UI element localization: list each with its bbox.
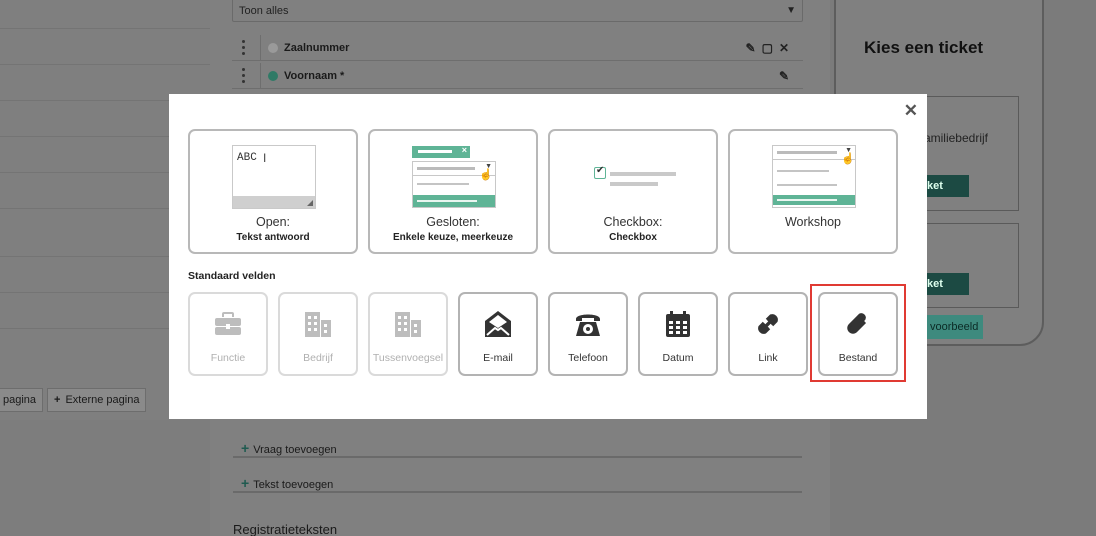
left-row	[0, 28, 210, 29]
field-label: Link	[758, 352, 778, 364]
question-type-subtitle: Enkele keuze, meerkeuze	[392, 232, 514, 243]
status-dot	[268, 43, 278, 53]
field-label: Telefoon	[568, 352, 608, 364]
field-tussenvoegsel[interactable]: Tussenvoegsel	[368, 292, 448, 376]
workshop-illustration-icon: ▼ ☝	[772, 145, 856, 208]
edit-icon[interactable]: ✎	[779, 69, 795, 83]
question-type-title: Gesloten:	[426, 215, 480, 229]
question-type-title: Open:	[255, 215, 291, 229]
pointer-icon: ☝	[841, 153, 855, 165]
filter-select[interactable]: Toon alles ▼	[232, 0, 803, 22]
registration-title: Registratieteksten	[233, 522, 338, 536]
field-label: Tussenvoegsel	[372, 352, 444, 364]
pointer-icon: ☝	[479, 169, 493, 181]
field-link[interactable]: Link	[728, 292, 808, 376]
question-type-checkbox[interactable]: ✔ Checkbox: Checkbox	[548, 129, 718, 254]
field-telefoon[interactable]: Telefoon	[548, 292, 628, 376]
filter-select-value: Toon alles	[239, 5, 289, 17]
preview-button[interactable]: voorbeeld	[925, 315, 983, 339]
question-type-subtitle: Checkbox	[609, 232, 657, 243]
question-type-open[interactable]: ABC I Open: Tekst antwoord	[188, 129, 358, 254]
ticket-card-text: amiliebedrijf	[923, 131, 988, 145]
field-bedrijf[interactable]: Bedrijf	[278, 292, 358, 376]
select-illustration-icon: ▼ ☝	[412, 161, 496, 208]
question-type-closed[interactable]: × ▼ ☝ Gesloten: Enkele keuze, meerkeuze	[368, 129, 538, 254]
selection-highlight	[810, 284, 906, 382]
text-cursor-icon: I	[263, 151, 267, 165]
external-page-label: Externe pagina	[65, 394, 140, 406]
phone-title: Kies een ticket	[864, 38, 984, 57]
add-text-button[interactable]: + Tekst toevoegen	[233, 467, 802, 493]
drag-handle-icon[interactable]	[242, 68, 246, 84]
field-row[interactable]: Voornaam * ✎	[232, 63, 803, 89]
field-label: E-mail	[483, 352, 513, 364]
calendar-icon	[640, 310, 716, 338]
field-actions[interactable]: ✎▢✕	[746, 41, 795, 55]
building-icon	[370, 310, 446, 338]
field-label: Bedrijf	[303, 352, 333, 364]
plus-icon: +	[241, 475, 250, 491]
briefcase-icon	[190, 310, 266, 338]
textarea-illustration-icon: ABC I	[232, 145, 316, 209]
field-label: Zaalnummer	[284, 42, 350, 54]
field-label: Functie	[210, 352, 246, 364]
standard-fields-heading: Standaard velden	[188, 270, 276, 282]
plus-icon: +	[241, 440, 250, 456]
checkbox-illustration-icon: ✔	[594, 165, 606, 179]
chevron-down-icon: ▼	[786, 5, 796, 16]
close-icon[interactable]: ✕	[904, 101, 918, 121]
external-page-button[interactable]: + Externe pagina	[47, 388, 147, 412]
add-text-label: Tekst toevoegen	[253, 479, 334, 491]
envelope-icon	[460, 310, 536, 338]
drag-handle-icon[interactable]	[242, 40, 246, 56]
add-question-label: Vraag toevoegen	[253, 444, 337, 456]
textarea-sample-text: ABC	[237, 152, 257, 164]
internal-page-button[interactable]: pagina	[0, 388, 44, 412]
add-question-button[interactable]: + Vraag toevoegen	[233, 432, 802, 458]
question-type-title: Workshop	[784, 215, 842, 229]
left-row	[0, 64, 210, 65]
field-email[interactable]: E-mail	[458, 292, 538, 376]
question-type-workshop[interactable]: ▼ ☝ Workshop	[728, 129, 898, 254]
field-datum[interactable]: Datum	[638, 292, 718, 376]
status-dot	[268, 71, 278, 81]
question-type-subtitle: Tekst antwoord	[236, 232, 310, 243]
plus-icon: +	[54, 394, 61, 406]
field-row[interactable]: Zaalnummer ✎▢✕	[232, 35, 803, 61]
field-functie[interactable]: Functie	[188, 292, 268, 376]
phone-icon	[550, 310, 626, 338]
internal-page-label: pagina	[3, 394, 37, 406]
resize-icon	[307, 200, 313, 206]
link-icon	[730, 310, 806, 338]
field-label: Datum	[662, 352, 694, 364]
question-type-title: Checkbox:	[603, 215, 663, 229]
tag-illustration-icon: ×	[412, 145, 470, 158]
building-icon	[280, 310, 356, 338]
field-label: Voornaam *	[284, 70, 345, 82]
